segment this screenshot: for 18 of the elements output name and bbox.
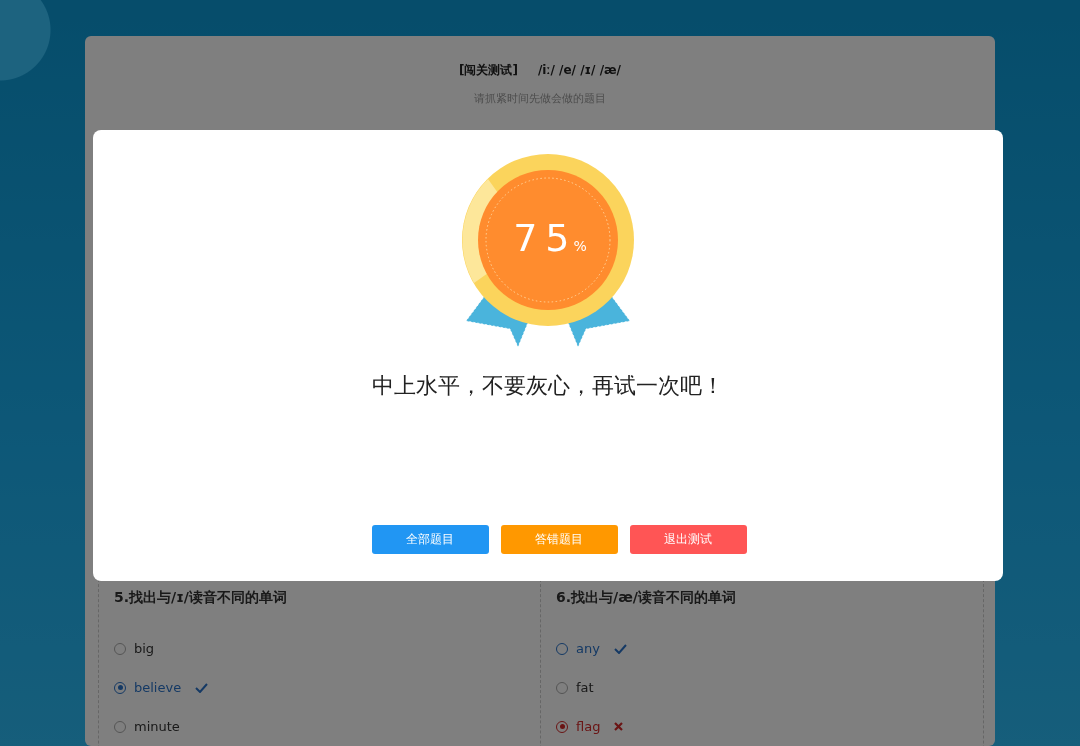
option-label: big [134,641,155,656]
option-label: any [576,641,600,656]
option-label: minute [134,719,180,734]
option-label: fat [576,680,594,695]
exit-test-button[interactable]: 退出测试 [629,525,747,554]
question-title: 6.找出与/æ/读音不同的单词 [556,589,737,607]
result-message: 中上水平，不要灰心，再试一次吧！ [372,372,724,400]
score-text: 75% [513,216,587,260]
quiz-title: [闯关测试] [459,63,518,77]
option-label: believe [134,680,182,695]
cross-icon [614,722,624,731]
option-label: flag [576,719,601,734]
wrong-questions-button[interactable]: 答错题目 [500,525,618,554]
all-questions-button[interactable]: 全部题目 [371,525,489,554]
phonetic-symbols: /iː/ /e/ /ɪ/ /æ/ [537,63,621,77]
check-icon [195,682,209,693]
check-icon [613,643,627,654]
question-title: 5.找出与/ɪ/读音不同的单词 [114,589,288,607]
